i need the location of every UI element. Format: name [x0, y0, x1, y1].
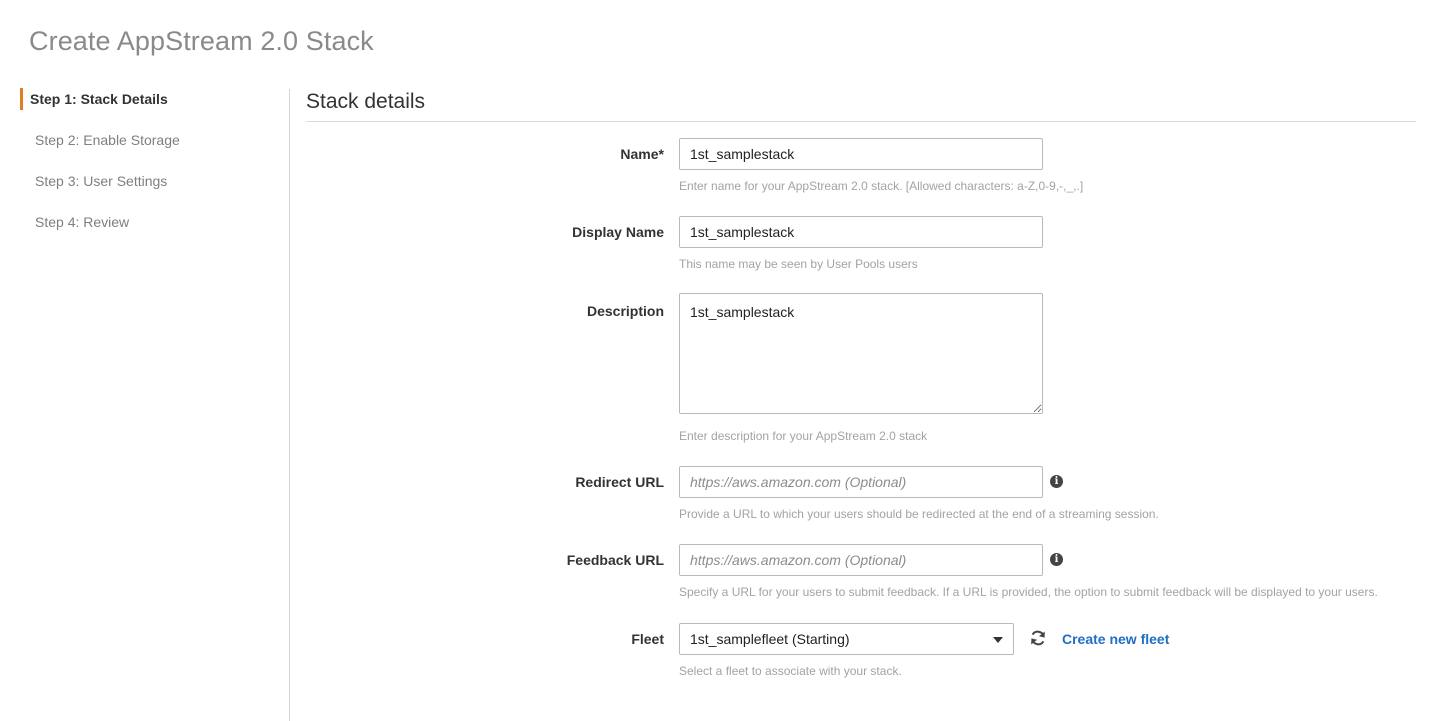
sidebar-divider — [289, 89, 290, 721]
refresh-icon[interactable] — [1029, 629, 1047, 647]
sidebar-step-review[interactable]: Step 4: Review — [20, 211, 282, 233]
sidebar-step-user-settings[interactable]: Step 3: User Settings — [20, 170, 282, 192]
feedback-url-input[interactable] — [679, 544, 1043, 576]
fleet-label: Fleet — [631, 631, 664, 647]
feedback-url-help: Specify a URL for your users to submit f… — [679, 585, 1378, 599]
sidebar-step-stack-details[interactable]: Step 1: Stack Details — [20, 88, 282, 110]
create-new-fleet-link[interactable]: Create new fleet — [1062, 631, 1169, 647]
fleet-help: Select a fleet to associate with your st… — [679, 664, 902, 678]
sidebar-step-enable-storage[interactable]: Step 2: Enable Storage — [20, 129, 282, 151]
name-help: Enter name for your AppStream 2.0 stack.… — [679, 179, 1084, 193]
display-name-help: This name may be seen by User Pools user… — [679, 257, 918, 271]
redirect-url-input[interactable] — [679, 466, 1043, 498]
wizard-steps-nav: Step 1: Stack Details Step 2: Enable Sto… — [20, 88, 282, 252]
redirect-url-help: Provide a URL to which your users should… — [679, 507, 1159, 521]
info-icon[interactable]: i — [1050, 553, 1063, 566]
display-name-label: Display Name — [572, 224, 664, 240]
page-title: Create AppStream 2.0 Stack — [29, 26, 374, 56]
display-name-input[interactable] — [679, 216, 1043, 248]
description-textarea[interactable]: 1st_samplestack — [679, 293, 1043, 414]
chevron-down-icon — [993, 637, 1003, 643]
description-help: Enter description for your AppStream 2.0… — [679, 429, 928, 443]
info-icon[interactable]: i — [1050, 475, 1063, 488]
name-label: Name* — [620, 146, 664, 162]
redirect-url-label: Redirect URL — [575, 474, 664, 490]
fleet-selected-value: 1st_samplefleet (Starting) — [690, 631, 850, 647]
name-input[interactable] — [679, 138, 1043, 170]
feedback-url-label: Feedback URL — [566, 552, 664, 568]
fleet-select[interactable]: 1st_samplefleet (Starting) — [679, 623, 1014, 655]
description-label: Description — [586, 303, 664, 319]
section-title: Stack details — [306, 90, 426, 113]
section-divider — [306, 121, 1416, 122]
